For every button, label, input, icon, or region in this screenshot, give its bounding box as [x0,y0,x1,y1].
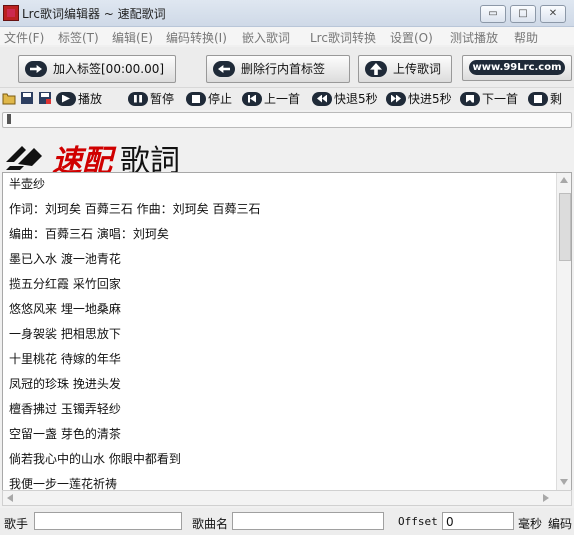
scroll-right-icon[interactable] [543,494,549,502]
menu-bar: 文件(F) 标签(T) 编辑(E) 编码转换(I) 嵌入歌词 Lrc歌词转换 设… [0,27,574,45]
horizontal-scrollbar[interactable] [2,490,572,506]
more-icon [528,91,548,106]
save-icon[interactable] [20,91,34,105]
lyrics-editor[interactable]: 半壶纱 作词：刘珂矣 百蕣三石 作曲：刘珂矣 百蕣三石 编曲：百蕣三石 演唱：刘… [2,172,572,492]
arrow-right-icon [25,61,47,77]
lyrics-line[interactable]: 一身袈裟 把相思放下 [9,325,121,342]
prev-track-button[interactable]: 上一首 [242,90,300,108]
song-name-label: 歌曲名 [192,517,229,531]
logo-mark-icon [6,146,42,170]
menu-lrc-convert[interactable]: Lrc歌词转换 [310,29,376,46]
fast-forward-icon [386,91,406,106]
window-title: Lrc歌词编辑器 ~ 速配歌词 [22,7,166,21]
pause-icon [128,91,148,106]
more-button[interactable]: 剩 [528,90,562,108]
offset-label: Offset [398,515,438,528]
next-track-button[interactable]: 下一首 [460,90,518,108]
add-tag-button[interactable]: 加入标签[00:00.00] [18,55,176,83]
pause-button[interactable]: 暂停 [128,90,174,108]
lyrics-line[interactable]: 编曲：百蕣三石 演唱：刘珂矣 [9,225,169,242]
lyrics-line[interactable]: 墨已入水 渡一池青花 [9,250,121,267]
menu-file[interactable]: 文件(F) [4,29,44,46]
delete-tag-label: 删除行内首标签 [241,62,326,76]
forward-label: 快进5秒 [408,92,452,106]
menu-encoding[interactable]: 编码转换(I) [166,29,227,46]
progress-slider-thumb[interactable] [7,114,11,124]
lyrics-line[interactable]: 檀香拂过 玉镯弄轻纱 [9,400,121,417]
stop-label: 停止 [208,92,233,106]
play-button[interactable]: 播放 [56,90,102,108]
website-link-button[interactable]: www.99Lrc.com [462,55,572,81]
lyrics-line[interactable]: 半壶纱 [9,175,45,192]
status-bar: 歌手 歌曲名 Offset 0 毫秒 编码 [0,508,574,535]
minimize-button[interactable]: ▭ [480,5,506,23]
pause-label: 暂停 [150,92,175,106]
arrow-up-icon [365,61,387,77]
add-tag-label: 加入标签[00:00.00] [53,62,165,76]
scroll-left-icon[interactable] [7,494,13,502]
offset-input[interactable]: 0 [442,512,514,530]
prev-icon [242,91,262,106]
app-logo: 速配 歌詞 [4,136,224,179]
main-toolbar: 加入标签[00:00.00] 删除行内首标签 上传歌词 www.99Lrc.co… [0,47,574,88]
maximize-button[interactable]: □ [510,5,536,23]
stop-button[interactable]: 停止 [186,90,232,108]
singer-label: 歌手 [4,517,29,531]
lyrics-line[interactable]: 倘若我心中的山水 你眼中都看到 [9,450,181,467]
scroll-up-icon[interactable] [560,177,568,183]
play-icon [56,91,76,106]
rewind-button[interactable]: 快退5秒 [312,90,378,108]
title-bar: Lrc歌词编辑器 ~ 速配歌词 ▭ □ ✕ [0,0,574,27]
ms-label: 毫秒 [518,517,543,531]
next-label: 下一首 [482,92,519,106]
upload-lyrics-button[interactable]: 上传歌词 [358,55,452,83]
stop-icon [186,91,206,106]
menu-settings[interactable]: 设置(O) [390,29,433,46]
playback-toolbar: 播放 暂停 停止 上一首 快退5秒 快进5秒 下一首 剩 [0,88,574,110]
more-label: 剩 [550,92,563,106]
lyrics-line[interactable]: 十里桃花 待嫁的年华 [9,350,121,367]
menu-test-play[interactable]: 测试播放 [450,29,498,46]
arrow-left-icon [213,61,235,77]
next-icon [460,91,480,106]
encoding-label: 编码 [548,517,573,531]
delete-tag-button[interactable]: 删除行内首标签 [206,55,350,83]
lyrics-line[interactable]: 空留一盏 芽色的清茶 [9,425,121,442]
rewind-label: 快退5秒 [334,92,378,106]
app-icon [3,5,19,21]
lyrics-line[interactable]: 悠悠风来 埋一地桑麻 [9,300,121,317]
menu-edit[interactable]: 编辑(E) [112,29,153,46]
scroll-down-icon[interactable] [560,479,568,485]
upload-label: 上传歌词 [393,62,442,76]
close-button[interactable]: ✕ [540,5,566,23]
save-as-icon[interactable] [38,91,52,105]
play-label: 播放 [78,92,103,106]
vertical-scrollbar[interactable] [556,173,571,491]
prev-label: 上一首 [264,92,301,106]
lyrics-line[interactable]: 作词：刘珂矣 百蕣三石 作曲：刘珂矣 百蕣三石 [9,200,260,217]
vertical-scroll-thumb[interactable] [559,193,571,261]
open-folder-icon[interactable] [2,91,16,105]
menu-help[interactable]: 帮助 [514,29,538,46]
singer-input[interactable] [34,512,182,530]
menu-tag[interactable]: 标签(T) [58,29,99,46]
website-link-label: www.99Lrc.com [469,60,565,75]
lyrics-line[interactable]: 揽五分红霞 采竹回家 [9,275,121,292]
song-name-input[interactable] [232,512,384,530]
rewind-icon [312,91,332,106]
menu-embed-lyrics[interactable]: 嵌入歌词 [242,29,290,46]
forward-button[interactable]: 快进5秒 [386,90,452,108]
lyrics-line[interactable]: 凤冠的珍珠 挽进头发 [9,375,121,392]
progress-slider[interactable] [2,112,572,128]
